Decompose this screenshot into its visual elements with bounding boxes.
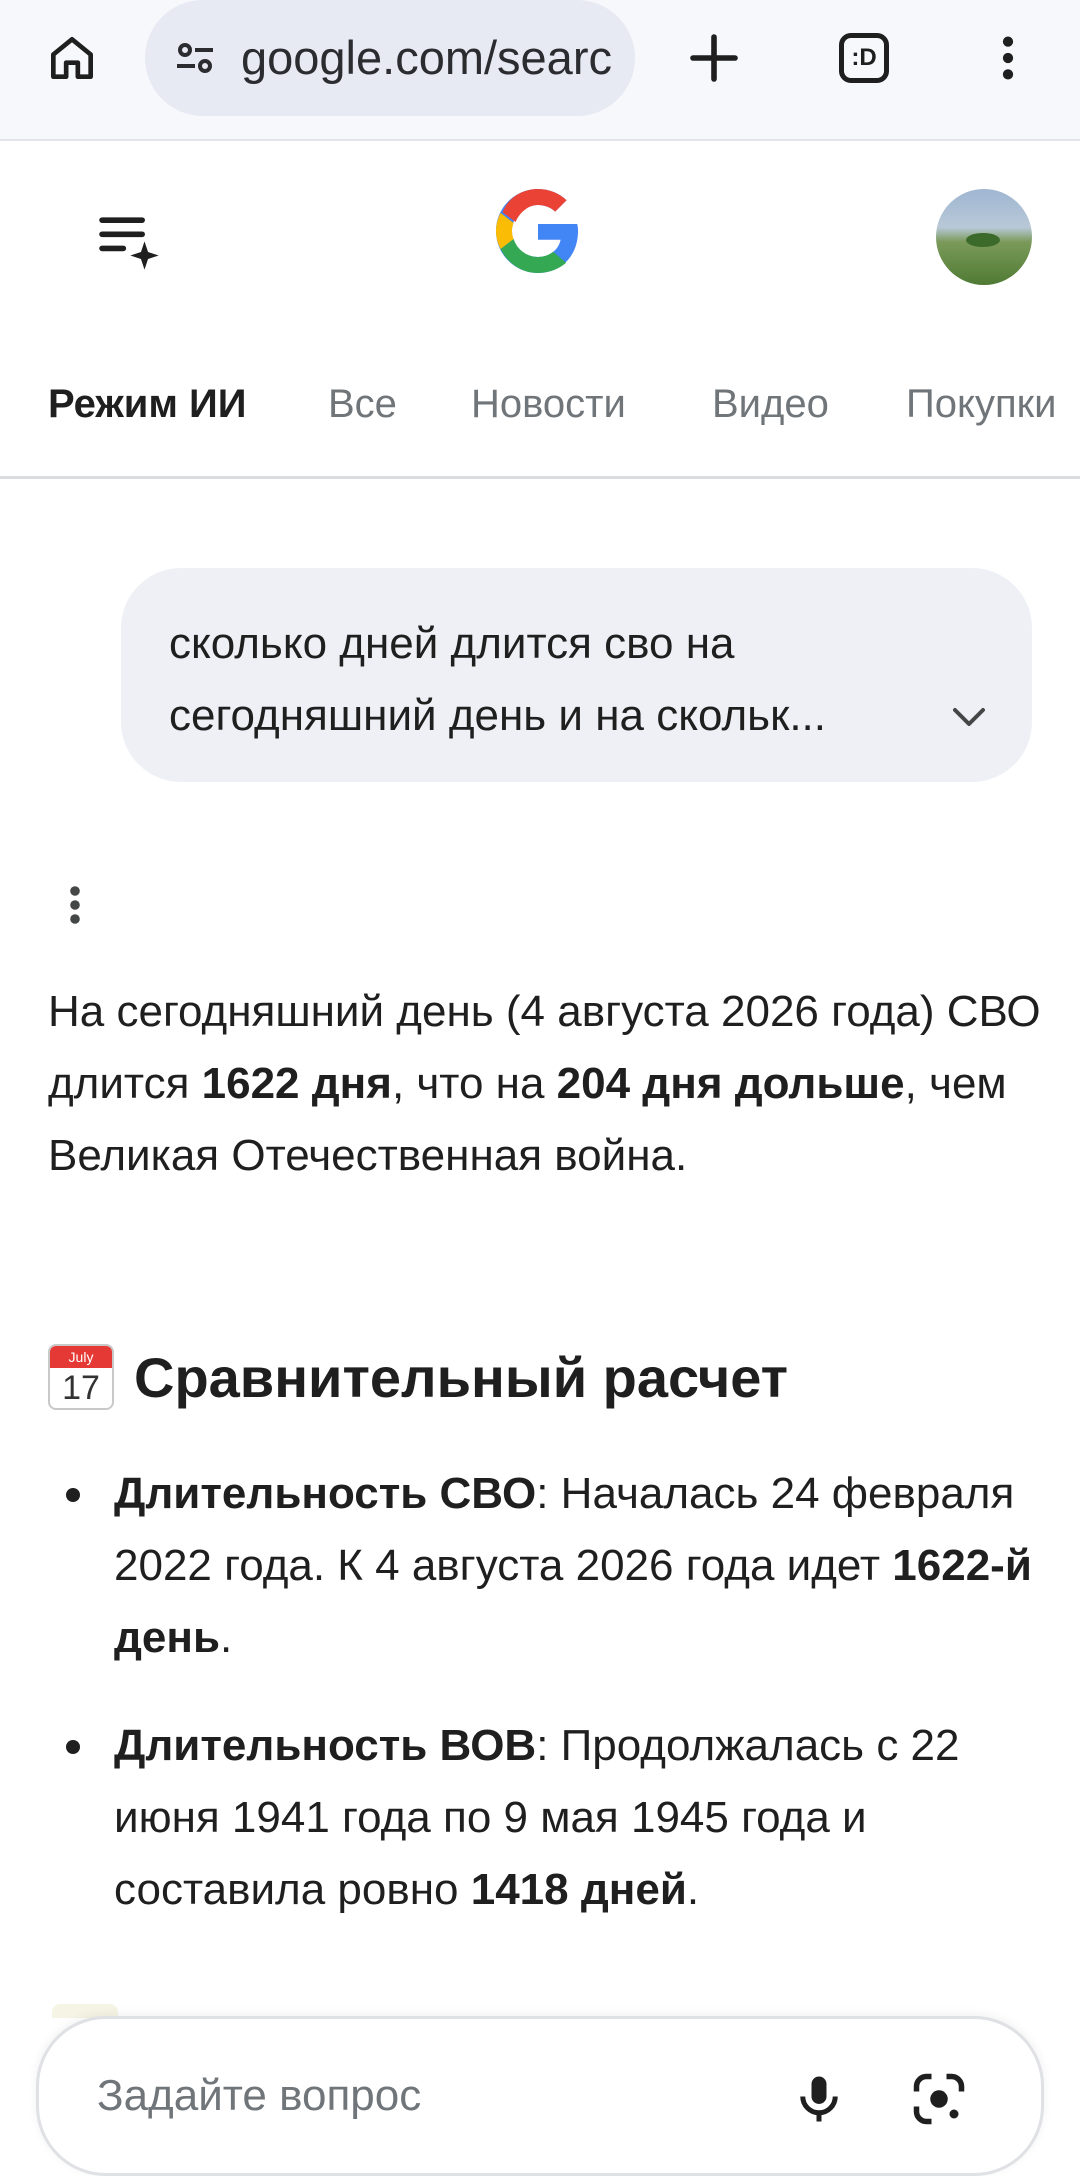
more-vert-icon [70, 886, 80, 924]
new-tab-button[interactable] [674, 18, 754, 98]
answer-bold-difference: 204 дня дольше [556, 1059, 905, 1108]
tab-news[interactable]: Новости [471, 379, 626, 429]
tab-switcher-button[interactable]: :D [824, 18, 904, 98]
google-header [0, 141, 1080, 331]
list-item: Длительность СВО: Началась 24 февраля 20… [48, 1458, 1048, 1674]
bullet-end: . [220, 1613, 233, 1662]
ask-input-bar[interactable]: Задайте вопрос [36, 2016, 1044, 2176]
bullet-dot [66, 1740, 80, 1754]
voice-search-button[interactable] [779, 2059, 859, 2139]
tab-shopping[interactable]: Покупки [906, 379, 1056, 429]
browser-toolbar: google.com/searc :D [0, 0, 1080, 141]
tune-icon[interactable] [167, 30, 223, 86]
ask-input[interactable]: Задайте вопрос [97, 2071, 421, 2121]
calendar-month: July [50, 1346, 112, 1368]
expand-query-button[interactable] [939, 686, 999, 746]
history-button[interactable] [88, 199, 168, 279]
bullet-title: Длительность СВО [114, 1469, 537, 1518]
section-heading: July 17 Сравнительный расчет [48, 1337, 788, 1417]
tab-video[interactable]: Видео [712, 379, 829, 429]
list-item: Длительность ВОВ: Продолжалась с 22 июня… [48, 1710, 1048, 1926]
answer-text: , что на [391, 1059, 557, 1108]
bullet-title: Длительность ВОВ [114, 1721, 537, 1770]
tab-all[interactable]: Все [328, 379, 397, 429]
calendar-day: 17 [62, 1369, 100, 1407]
browser-menu-button[interactable] [968, 18, 1048, 98]
calendar-icon: July 17 [48, 1344, 114, 1410]
more-vert-icon [1002, 36, 1014, 80]
search-history-icon [99, 217, 159, 270]
answer-paragraph: На сегодняшний день (4 августа 2026 года… [48, 976, 1048, 1192]
avatar[interactable] [936, 189, 1032, 285]
plus-icon [690, 34, 738, 82]
bullet-dot [66, 1488, 80, 1502]
home-icon [51, 37, 93, 79]
lens-search-button[interactable] [899, 2059, 979, 2139]
google-logo[interactable] [490, 183, 586, 279]
answer-bold-days: 1622 дня [201, 1059, 392, 1108]
bullet-list: Длительность СВО: Началась 24 февраля 20… [48, 1458, 1048, 1962]
response-options-button[interactable] [50, 880, 100, 930]
bullet-end: . [686, 1865, 700, 1914]
query-line-2: сегодняшний день и на скольк... [169, 691, 826, 740]
bullet-bold-value: 1418 дней [470, 1865, 687, 1914]
query-bubble[interactable]: сколько дней длится сво на сегодняшний д… [121, 568, 1032, 782]
tab-ai-mode[interactable]: Режим ИИ [48, 379, 247, 429]
query-line-1: сколько дней длится сво на [169, 619, 735, 668]
tab-switcher-label: :D [851, 44, 877, 71]
search-tabs: Режим ИИ Все Новости Видео Покупки [0, 331, 1080, 479]
home-button[interactable] [32, 18, 112, 98]
chevron-down-icon [953, 708, 985, 726]
query-text: сколько дней длится сво на сегодняшний д… [169, 608, 929, 752]
mic-icon [800, 2076, 838, 2122]
tab-switcher-icon: :D [839, 33, 889, 83]
url-text[interactable]: google.com/searc [241, 30, 616, 86]
section-title: Сравнительный расчет [134, 1345, 789, 1409]
omnibox[interactable]: google.com/searc [145, 0, 635, 116]
lens-icon [913, 2073, 965, 2125]
avatar-image [966, 233, 1000, 247]
